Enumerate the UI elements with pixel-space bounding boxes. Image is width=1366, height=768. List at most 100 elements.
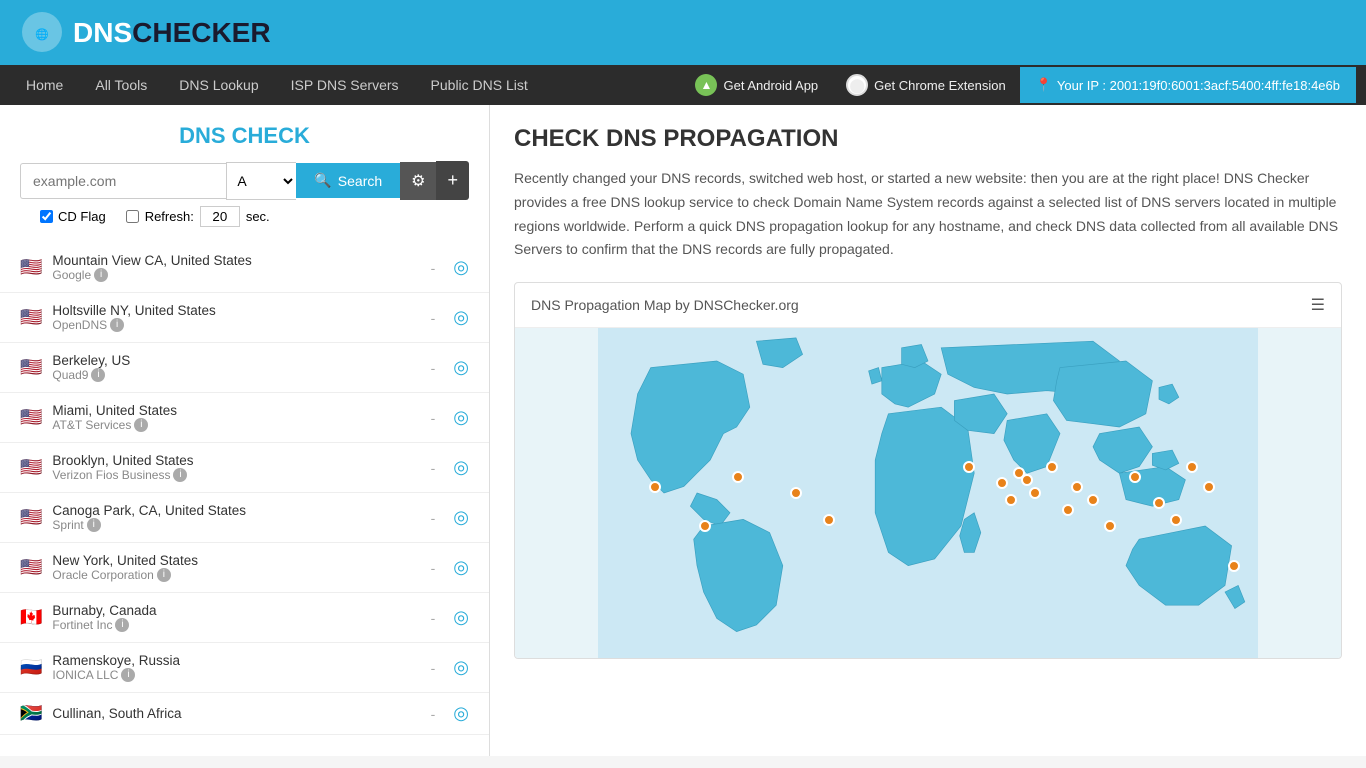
- server-provider: Fortinet Inc i: [52, 618, 412, 632]
- cd-flag-checkbox[interactable]: [40, 210, 53, 223]
- map-marker: [649, 481, 661, 493]
- android-app-btn[interactable]: ▲ Get Android App: [681, 66, 832, 104]
- chrome-icon: ⬤: [846, 74, 868, 96]
- map-marker: [732, 471, 744, 483]
- info-icon[interactable]: i: [91, 368, 105, 382]
- location-pin-icon: 📍: [1036, 77, 1052, 93]
- server-list-item: 🇺🇸 Mountain View CA, United States Googl…: [0, 243, 489, 293]
- nav-all-tools[interactable]: All Tools: [79, 65, 163, 105]
- record-type-select[interactable]: A AAAA CNAME MX NS TXT SOA: [226, 162, 296, 200]
- info-icon[interactable]: i: [110, 318, 124, 332]
- server-info: Holtsville NY, United States OpenDNS i: [52, 303, 412, 332]
- chrome-ext-btn[interactable]: ⬤ Get Chrome Extension: [832, 66, 1020, 104]
- nav-home[interactable]: Home: [10, 65, 79, 105]
- server-flag: 🇿🇦: [20, 703, 42, 724]
- server-info: Berkeley, US Quad9 i: [52, 353, 412, 382]
- nav-isp-dns[interactable]: ISP DNS Servers: [275, 65, 415, 105]
- server-status-icon[interactable]: ◎: [453, 557, 469, 578]
- server-status-icon[interactable]: ◎: [453, 507, 469, 528]
- server-provider: Sprint i: [52, 518, 412, 532]
- map-marker: [1153, 497, 1165, 509]
- refresh-interval-input[interactable]: [200, 206, 240, 227]
- info-icon[interactable]: i: [87, 518, 101, 532]
- server-status-icon[interactable]: ◎: [453, 703, 469, 724]
- server-dash: -: [431, 706, 436, 722]
- server-list-item: 🇺🇸 Canoga Park, CA, United States Sprint…: [0, 493, 489, 543]
- map-marker: [1170, 514, 1182, 526]
- map-marker: [996, 477, 1008, 489]
- server-dash: -: [431, 660, 436, 676]
- server-flag: 🇺🇸: [20, 307, 42, 328]
- server-status-icon[interactable]: ◎: [453, 407, 469, 428]
- refresh-checkbox[interactable]: [126, 210, 139, 223]
- refresh-group: Refresh: sec.: [126, 206, 270, 227]
- server-status-icon[interactable]: ◎: [453, 257, 469, 278]
- info-icon[interactable]: i: [115, 618, 129, 632]
- info-icon[interactable]: i: [134, 418, 148, 432]
- nav-public-dns[interactable]: Public DNS List: [415, 65, 544, 105]
- server-flag: 🇺🇸: [20, 357, 42, 378]
- map-marker: [1062, 504, 1074, 516]
- cd-flag-checkbox-label[interactable]: CD Flag: [40, 209, 106, 224]
- options-row: CD Flag Refresh: sec.: [20, 200, 469, 233]
- map-marker: [1046, 461, 1058, 473]
- ip-badge: 📍 Your IP : 2001:19f0:6001:3acf:5400:4ff…: [1020, 67, 1356, 103]
- nav-dns-lookup[interactable]: DNS Lookup: [163, 65, 274, 105]
- page-description: Recently changed your DNS records, switc…: [514, 167, 1342, 262]
- svg-text:🌐: 🌐: [35, 28, 49, 41]
- server-status-icon[interactable]: ◎: [453, 607, 469, 628]
- info-icon[interactable]: i: [94, 268, 108, 282]
- server-status-icon[interactable]: ◎: [453, 307, 469, 328]
- map-marker: [1203, 481, 1215, 493]
- map-marker: [1071, 481, 1083, 493]
- info-icon[interactable]: i: [173, 468, 187, 482]
- android-app-label: Get Android App: [723, 78, 818, 93]
- page-title: CHECK DNS PROPAGATION: [514, 125, 1342, 153]
- server-flag: 🇺🇸: [20, 257, 42, 278]
- server-name: Cullinan, South Africa: [52, 706, 412, 721]
- server-dash: -: [431, 410, 436, 426]
- search-row: A AAAA CNAME MX NS TXT SOA 🔍 Search ⚙ +: [20, 161, 469, 200]
- server-dash: -: [431, 260, 436, 276]
- server-name: New York, United States: [52, 553, 412, 568]
- server-dash: -: [431, 560, 436, 576]
- server-name: Canoga Park, CA, United States: [52, 503, 412, 518]
- server-status-icon[interactable]: ◎: [453, 457, 469, 478]
- server-status-icon[interactable]: ◎: [453, 657, 469, 678]
- server-list-item: 🇺🇸 Brooklyn, United States Verizon Fios …: [0, 443, 489, 493]
- server-list-item: 🇺🇸 Holtsville NY, United States OpenDNS …: [0, 293, 489, 343]
- info-icon[interactable]: i: [157, 568, 171, 582]
- server-name: Berkeley, US: [52, 353, 412, 368]
- map-marker: [1029, 487, 1041, 499]
- server-list-item: 🇷🇺 Ramenskoye, Russia IONICA LLC i - ◎: [0, 643, 489, 693]
- add-button[interactable]: +: [436, 161, 469, 200]
- server-dash: -: [431, 360, 436, 376]
- server-status-icon[interactable]: ◎: [453, 357, 469, 378]
- refresh-unit: sec.: [246, 209, 270, 224]
- map-marker: [1087, 494, 1099, 506]
- plus-icon: +: [447, 170, 458, 190]
- info-icon[interactable]: i: [121, 668, 135, 682]
- server-flag: 🇺🇸: [20, 507, 42, 528]
- search-button[interactable]: 🔍 Search: [296, 163, 400, 198]
- server-info: New York, United States Oracle Corporati…: [52, 553, 412, 582]
- server-name: Ramenskoye, Russia: [52, 653, 412, 668]
- settings-button[interactable]: ⚙: [400, 162, 436, 200]
- server-name: Burnaby, Canada: [52, 603, 412, 618]
- server-flag: 🇺🇸: [20, 557, 42, 578]
- server-list-item: 🇨🇦 Burnaby, Canada Fortinet Inc i - ◎: [0, 593, 489, 643]
- server-info: Ramenskoye, Russia IONICA LLC i: [52, 653, 412, 682]
- map-card: DNS Propagation Map by DNSChecker.org ☰: [514, 282, 1342, 659]
- domain-search-input[interactable]: [20, 163, 226, 199]
- map-menu-icon[interactable]: ☰: [1311, 295, 1325, 315]
- refresh-label: Refresh:: [145, 209, 194, 224]
- dns-checker-logo-icon: 🌐: [20, 10, 65, 55]
- map-marker: [1129, 471, 1141, 483]
- map-marker: [699, 520, 711, 532]
- server-flag: 🇨🇦: [20, 607, 42, 628]
- server-name: Holtsville NY, United States: [52, 303, 412, 318]
- gear-icon: ⚙: [411, 173, 425, 190]
- server-name: Mountain View CA, United States: [52, 253, 412, 268]
- server-provider: AT&T Services i: [52, 418, 412, 432]
- server-dash: -: [431, 510, 436, 526]
